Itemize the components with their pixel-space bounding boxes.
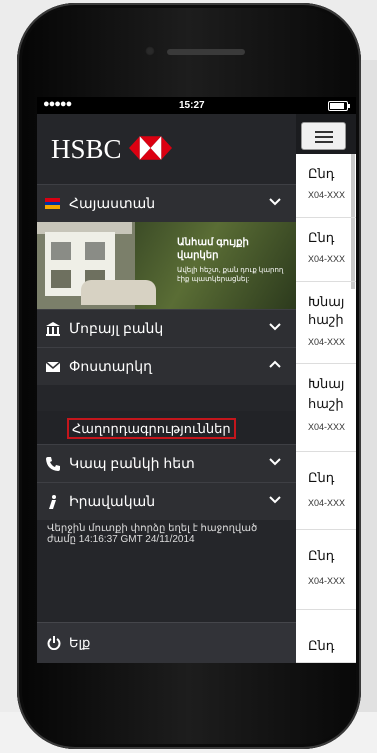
message-ref: X04-XXX (308, 498, 346, 508)
promo-banner[interactable]: Անհամ գույքի վարկեր Ավելի հեշտ, քան դուք… (37, 222, 296, 309)
signal-indicator: ●●●●● (43, 98, 72, 110)
message-item[interactable]: Խնայ հաշի X04-XXX (296, 364, 356, 452)
message-title: Ընդ (308, 470, 335, 485)
message-item[interactable]: Ընդ (296, 610, 356, 663)
banner-headline: Անհամ գույքի վարկեր (177, 237, 249, 261)
menu-item-label: Իրավական (69, 493, 156, 509)
info-icon (49, 495, 56, 509)
message-ref: X04-XXX (308, 190, 346, 200)
hamburger-menu-button[interactable] (301, 122, 346, 150)
country-label: Հայաստան (69, 195, 156, 211)
chevron-up-icon (269, 360, 281, 368)
hsbc-hexagon-icon (129, 136, 172, 160)
banner-subtext: Ավելի հեշտ, քան դուք կարող էիք պատկերացն… (177, 267, 284, 283)
side-menu: HSBC Հայաստան Անհամ գույքի վարկեր Ավելի … (37, 114, 296, 663)
message-title: Ընդ (308, 548, 335, 563)
menu-item-mobile-bank[interactable]: Մոբայլ բանկ (37, 309, 296, 347)
armenia-flag-icon (45, 198, 60, 209)
menu-item-label: Կապ բանկի հետ (69, 455, 195, 471)
brand-logo-text: HSBC (51, 134, 122, 164)
phone-camera (145, 46, 155, 56)
phone-speaker (167, 49, 245, 55)
message-item[interactable]: Ընդ X04-XXX (296, 218, 356, 282)
message-item[interactable]: Խնայ հաշի X04-XXX (296, 282, 356, 364)
bank-icon (46, 322, 60, 336)
last-login-info: Վերջին մուտքի փորձը եղել է հաջողված ժամը… (37, 523, 296, 553)
logo-header: HSBC (37, 114, 296, 184)
message-ref: X04-XXX (308, 576, 346, 586)
chevron-down-icon (269, 496, 281, 504)
message-ref: X04-XXX (308, 254, 346, 264)
menu-item-legal[interactable]: Իրավական (37, 482, 296, 520)
submenu-messages: Հաղորդագրություններ (37, 411, 296, 444)
banner-people (81, 280, 156, 305)
phone-screen: ●●●●● 15:27 HSBC Հայաստան Անհամ գույքի վ… (37, 97, 356, 663)
last-login-text: Վերջին մուտքի փորձը եղել է հաջողված ժամը… (47, 523, 258, 545)
message-title: Խնայ (308, 294, 345, 309)
message-title: Ընդ (308, 638, 335, 653)
phone-icon (46, 457, 60, 471)
message-ref: X04-XXX (308, 337, 346, 347)
logout-button[interactable]: Ելք (37, 622, 296, 663)
chevron-down-icon (269, 458, 281, 466)
content-header (296, 114, 356, 154)
message-item[interactable]: Ընդ X04-XXX (296, 154, 356, 218)
status-time: 15:27 (179, 100, 205, 111)
menu-item-contact-bank[interactable]: Կապ բանկի հետ (37, 444, 296, 482)
status-bar: ●●●●● 15:27 (37, 97, 356, 114)
chevron-down-icon (269, 323, 281, 331)
chevron-down-icon (269, 198, 281, 206)
message-title-line2: հաշի (308, 396, 344, 411)
menu-item-label: Մոբայլ բանկ (69, 320, 164, 336)
power-icon (47, 636, 61, 650)
battery-icon (328, 101, 350, 111)
message-ref: X04-XXX (308, 422, 346, 432)
menu-item-label: Փոստարկղ (69, 358, 152, 374)
envelope-icon (45, 361, 61, 372)
message-item[interactable]: Ընդ X04-XXX (296, 530, 356, 610)
message-item[interactable]: Ընդ X04-XXX (296, 452, 356, 530)
messages-link[interactable]: Հաղորդագրություններ (67, 418, 236, 439)
country-selector[interactable]: Հայաստան (37, 184, 296, 222)
message-title: Խնայ (308, 376, 345, 391)
logout-label: Ելք (69, 635, 91, 650)
message-title: Ընդ (308, 166, 335, 181)
messages-list: Ընդ X04-XXX Ընդ X04-XXX Խնայ հաշի X04-XX… (296, 114, 356, 663)
banner-text: Անհամ գույքի վարկեր Ավելի հեշտ, քան դուք… (177, 236, 289, 296)
message-title: Ընդ (308, 230, 335, 245)
menu-item-mailbox[interactable]: Փոստարկղ (37, 347, 296, 385)
message-title-line2: հաշի (308, 312, 344, 327)
